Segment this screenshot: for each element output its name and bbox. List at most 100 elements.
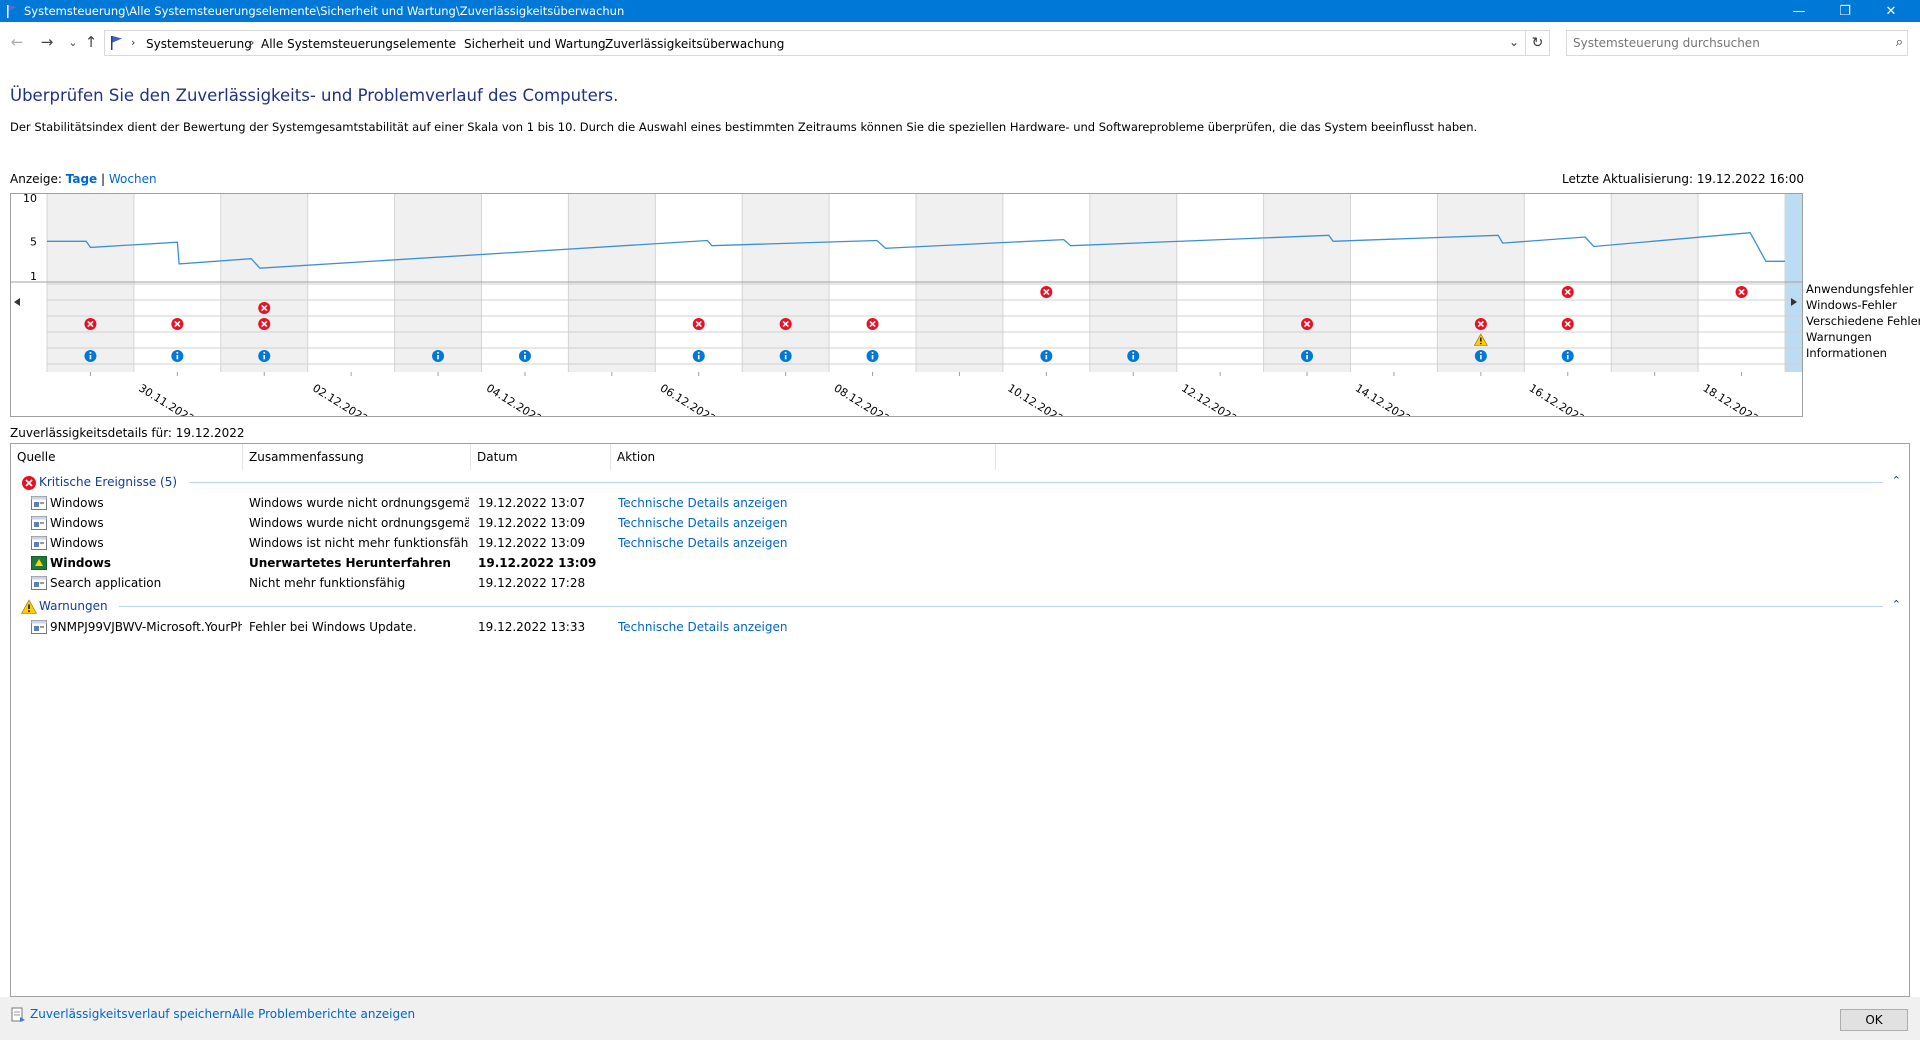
chart-day-column[interactable] bbox=[1524, 194, 1612, 372]
table-row[interactable]: Search application Nicht mehr funktionsfä… bbox=[11, 573, 1909, 593]
last-update-text: Letzte Aktualisierung: 19.12.2022 16:00 bbox=[1562, 172, 1804, 186]
control-panel-flag-icon bbox=[111, 36, 122, 50]
breadcrumb-separator[interactable]: › bbox=[452, 36, 456, 49]
chart-row-label: Warnungen bbox=[1806, 330, 1872, 344]
chart-day-column[interactable] bbox=[655, 194, 743, 372]
warning-dot-glyph bbox=[1480, 342, 1482, 345]
cell-summary: Windows ist nicht mehr funktionsfähig. bbox=[249, 536, 469, 550]
collapse-group-icon[interactable]: ⌃ bbox=[1892, 598, 1901, 611]
column-header-action[interactable]: Aktion bbox=[611, 444, 996, 470]
chart-day-column[interactable] bbox=[742, 194, 830, 372]
info-dot-glyph bbox=[176, 351, 179, 354]
scroll-left-arrow-icon[interactable] bbox=[14, 298, 20, 306]
cell-source: 9NMPJ99VJBWV-Microsoft.YourPh... bbox=[50, 620, 242, 634]
view-label: Anzeige: bbox=[10, 172, 62, 186]
forward-button[interactable]: → bbox=[38, 31, 56, 53]
table-row[interactable]: 9NMPJ99VJBWV-Microsoft.YourPh... Fehler b… bbox=[11, 617, 1909, 637]
cell-summary: Unerwartetes Herunterfahren bbox=[249, 556, 451, 570]
chart-day-column[interactable] bbox=[1263, 194, 1351, 372]
breadcrumb-systemsteuerung[interactable]: Systemsteuerung bbox=[146, 37, 252, 51]
flag-icon bbox=[7, 5, 17, 18]
cell-summary: Nicht mehr funktionsfähig bbox=[249, 576, 406, 590]
chart-day-column[interactable] bbox=[1176, 194, 1264, 372]
up-button[interactable]: ↑ bbox=[82, 31, 100, 53]
chart-day-column[interactable] bbox=[220, 194, 308, 372]
technical-details-link[interactable]: Technische Details anzeigen bbox=[618, 496, 918, 510]
all-problem-reports-link[interactable]: Alle Problemberichte anzeigen bbox=[232, 1007, 415, 1021]
ok-button[interactable]: OK bbox=[1840, 1009, 1908, 1031]
chart-day-column[interactable] bbox=[1611, 194, 1699, 372]
cell-date: 19.12.2022 13:07 bbox=[478, 496, 586, 510]
cell-date: 19.12.2022 17:28 bbox=[478, 576, 586, 590]
cell-source: Search application bbox=[50, 576, 162, 590]
search-input[interactable] bbox=[1573, 35, 1873, 51]
error-icon bbox=[22, 476, 36, 490]
application-icon bbox=[31, 620, 47, 634]
recent-locations-button[interactable]: ⌄ bbox=[64, 31, 82, 53]
details-table[interactable]: Quelle Zusammenfassung Datum ^ Aktion Kr… bbox=[10, 443, 1910, 997]
chart-day-column[interactable] bbox=[568, 194, 656, 372]
technical-details-link[interactable]: Technische Details anzeigen bbox=[618, 620, 918, 634]
info-dot-glyph bbox=[1045, 351, 1048, 354]
application-icon bbox=[31, 496, 47, 510]
chart-day-column[interactable] bbox=[47, 194, 134, 372]
address-bar-area: ← → ⌄ ↑ › Systemsteuerung › Alle Systems… bbox=[0, 22, 1920, 62]
chart-y-tick-label: 5 bbox=[30, 235, 37, 248]
breadcrumb-zuverlaessigkeit[interactable]: Zuverlässigkeitsüberwachung bbox=[605, 37, 784, 51]
table-row[interactable]: Windows Windows wurde nicht ordnungsgemäß… bbox=[11, 513, 1909, 533]
group-header-warnings[interactable]: Warnungen ⌃ bbox=[11, 596, 1909, 616]
info-dot-glyph bbox=[524, 351, 526, 354]
address-dropdown-icon[interactable]: ⌄ bbox=[1509, 35, 1519, 49]
chart-day-column[interactable] bbox=[1698, 194, 1785, 372]
view-weeks-link[interactable]: Wochen bbox=[109, 172, 157, 186]
chart-day-column[interactable] bbox=[133, 194, 221, 372]
group-header-critical[interactable]: Kritische Ereignisse (5) ⌃ bbox=[11, 472, 1909, 492]
cell-summary: Windows wurde nicht ordnungsgemäß ... bbox=[249, 496, 469, 510]
chart-y-tick-label: 10 bbox=[23, 194, 37, 205]
chart-date-label: 14.12.2022 bbox=[1353, 382, 1413, 416]
chart-day-column[interactable] bbox=[307, 194, 395, 372]
table-row[interactable]: Windows Unerwartetes Herunterfahren 19.12.… bbox=[11, 553, 1909, 573]
view-separator: | bbox=[101, 172, 106, 186]
back-button[interactable]: ← bbox=[8, 31, 26, 53]
search-box[interactable]: ⌕ bbox=[1566, 30, 1908, 56]
close-button[interactable]: ✕ bbox=[1868, 0, 1914, 22]
chart-day-column[interactable] bbox=[1002, 194, 1090, 372]
chart-date-label: 16.12.2022 bbox=[1527, 382, 1587, 416]
technical-details-link[interactable]: Technische Details anzeigen bbox=[618, 516, 918, 530]
table-row[interactable]: Windows Windows wurde nicht ordnungsgemäß… bbox=[11, 493, 1909, 513]
save-history-link[interactable]: Zuverlässigkeitsverlauf speichern... bbox=[30, 1007, 243, 1021]
window-title: Systemsteuerung\Alle Systemsteuerungsele… bbox=[24, 4, 625, 18]
cell-summary: Windows wurde nicht ordnungsgemäß ... bbox=[249, 516, 469, 530]
technical-details-link[interactable]: Technische Details anzeigen bbox=[618, 536, 918, 550]
breadcrumb-separator[interactable]: › bbox=[250, 36, 254, 49]
maximize-button[interactable]: ❐ bbox=[1822, 0, 1868, 22]
refresh-button[interactable]: ↻ bbox=[1526, 30, 1550, 56]
chart-date-label: 08.12.2022 bbox=[832, 382, 892, 416]
warning-icon bbox=[21, 599, 37, 614]
breadcrumb-alle-elemente[interactable]: Alle Systemsteuerungselemente bbox=[261, 37, 456, 51]
chart-day-column[interactable] bbox=[1089, 194, 1177, 372]
view-days-link[interactable]: Tage bbox=[66, 172, 97, 186]
chart-day-column[interactable] bbox=[916, 194, 1003, 372]
application-icon bbox=[31, 536, 47, 550]
minimize-button[interactable]: — bbox=[1776, 0, 1822, 22]
column-header-summary[interactable]: Zusammenfassung bbox=[243, 444, 471, 470]
chart-day-column[interactable] bbox=[1785, 194, 1802, 372]
title-bar: Systemsteuerung\Alle Systemsteuerungsele… bbox=[0, 0, 1920, 22]
address-box[interactable]: › Systemsteuerung › Alle Systemsteuerung… bbox=[104, 30, 1526, 56]
chart-day-column[interactable] bbox=[829, 194, 916, 372]
table-row[interactable]: Windows Windows ist nicht mehr funktionsf… bbox=[11, 533, 1909, 553]
search-icon[interactable]: ⌕ bbox=[1896, 35, 1903, 50]
view-selector: Anzeige: Tage | Wochen bbox=[10, 172, 157, 186]
chart-day-column[interactable] bbox=[394, 194, 482, 372]
chart-day-column[interactable] bbox=[1350, 194, 1438, 372]
reliability-chart[interactable]: 10 5 1 30.11.2022 02.12.2022 04.12.2022 06.12.… bbox=[10, 193, 1803, 417]
breadcrumb-sicherheit-wartung[interactable]: Sicherheit und Wartung bbox=[464, 37, 606, 51]
breadcrumb-separator[interactable]: › bbox=[593, 36, 597, 49]
column-header-source[interactable]: Quelle bbox=[11, 444, 243, 470]
reliability-chart-svg[interactable]: 10 5 1 30.11.2022 02.12.2022 04.12.2022 06.12.… bbox=[11, 194, 1802, 416]
group-title: Kritische Ereignisse (5) bbox=[39, 475, 178, 489]
collapse-group-icon[interactable]: ⌃ bbox=[1892, 474, 1901, 487]
chart-day-column[interactable] bbox=[481, 194, 569, 372]
